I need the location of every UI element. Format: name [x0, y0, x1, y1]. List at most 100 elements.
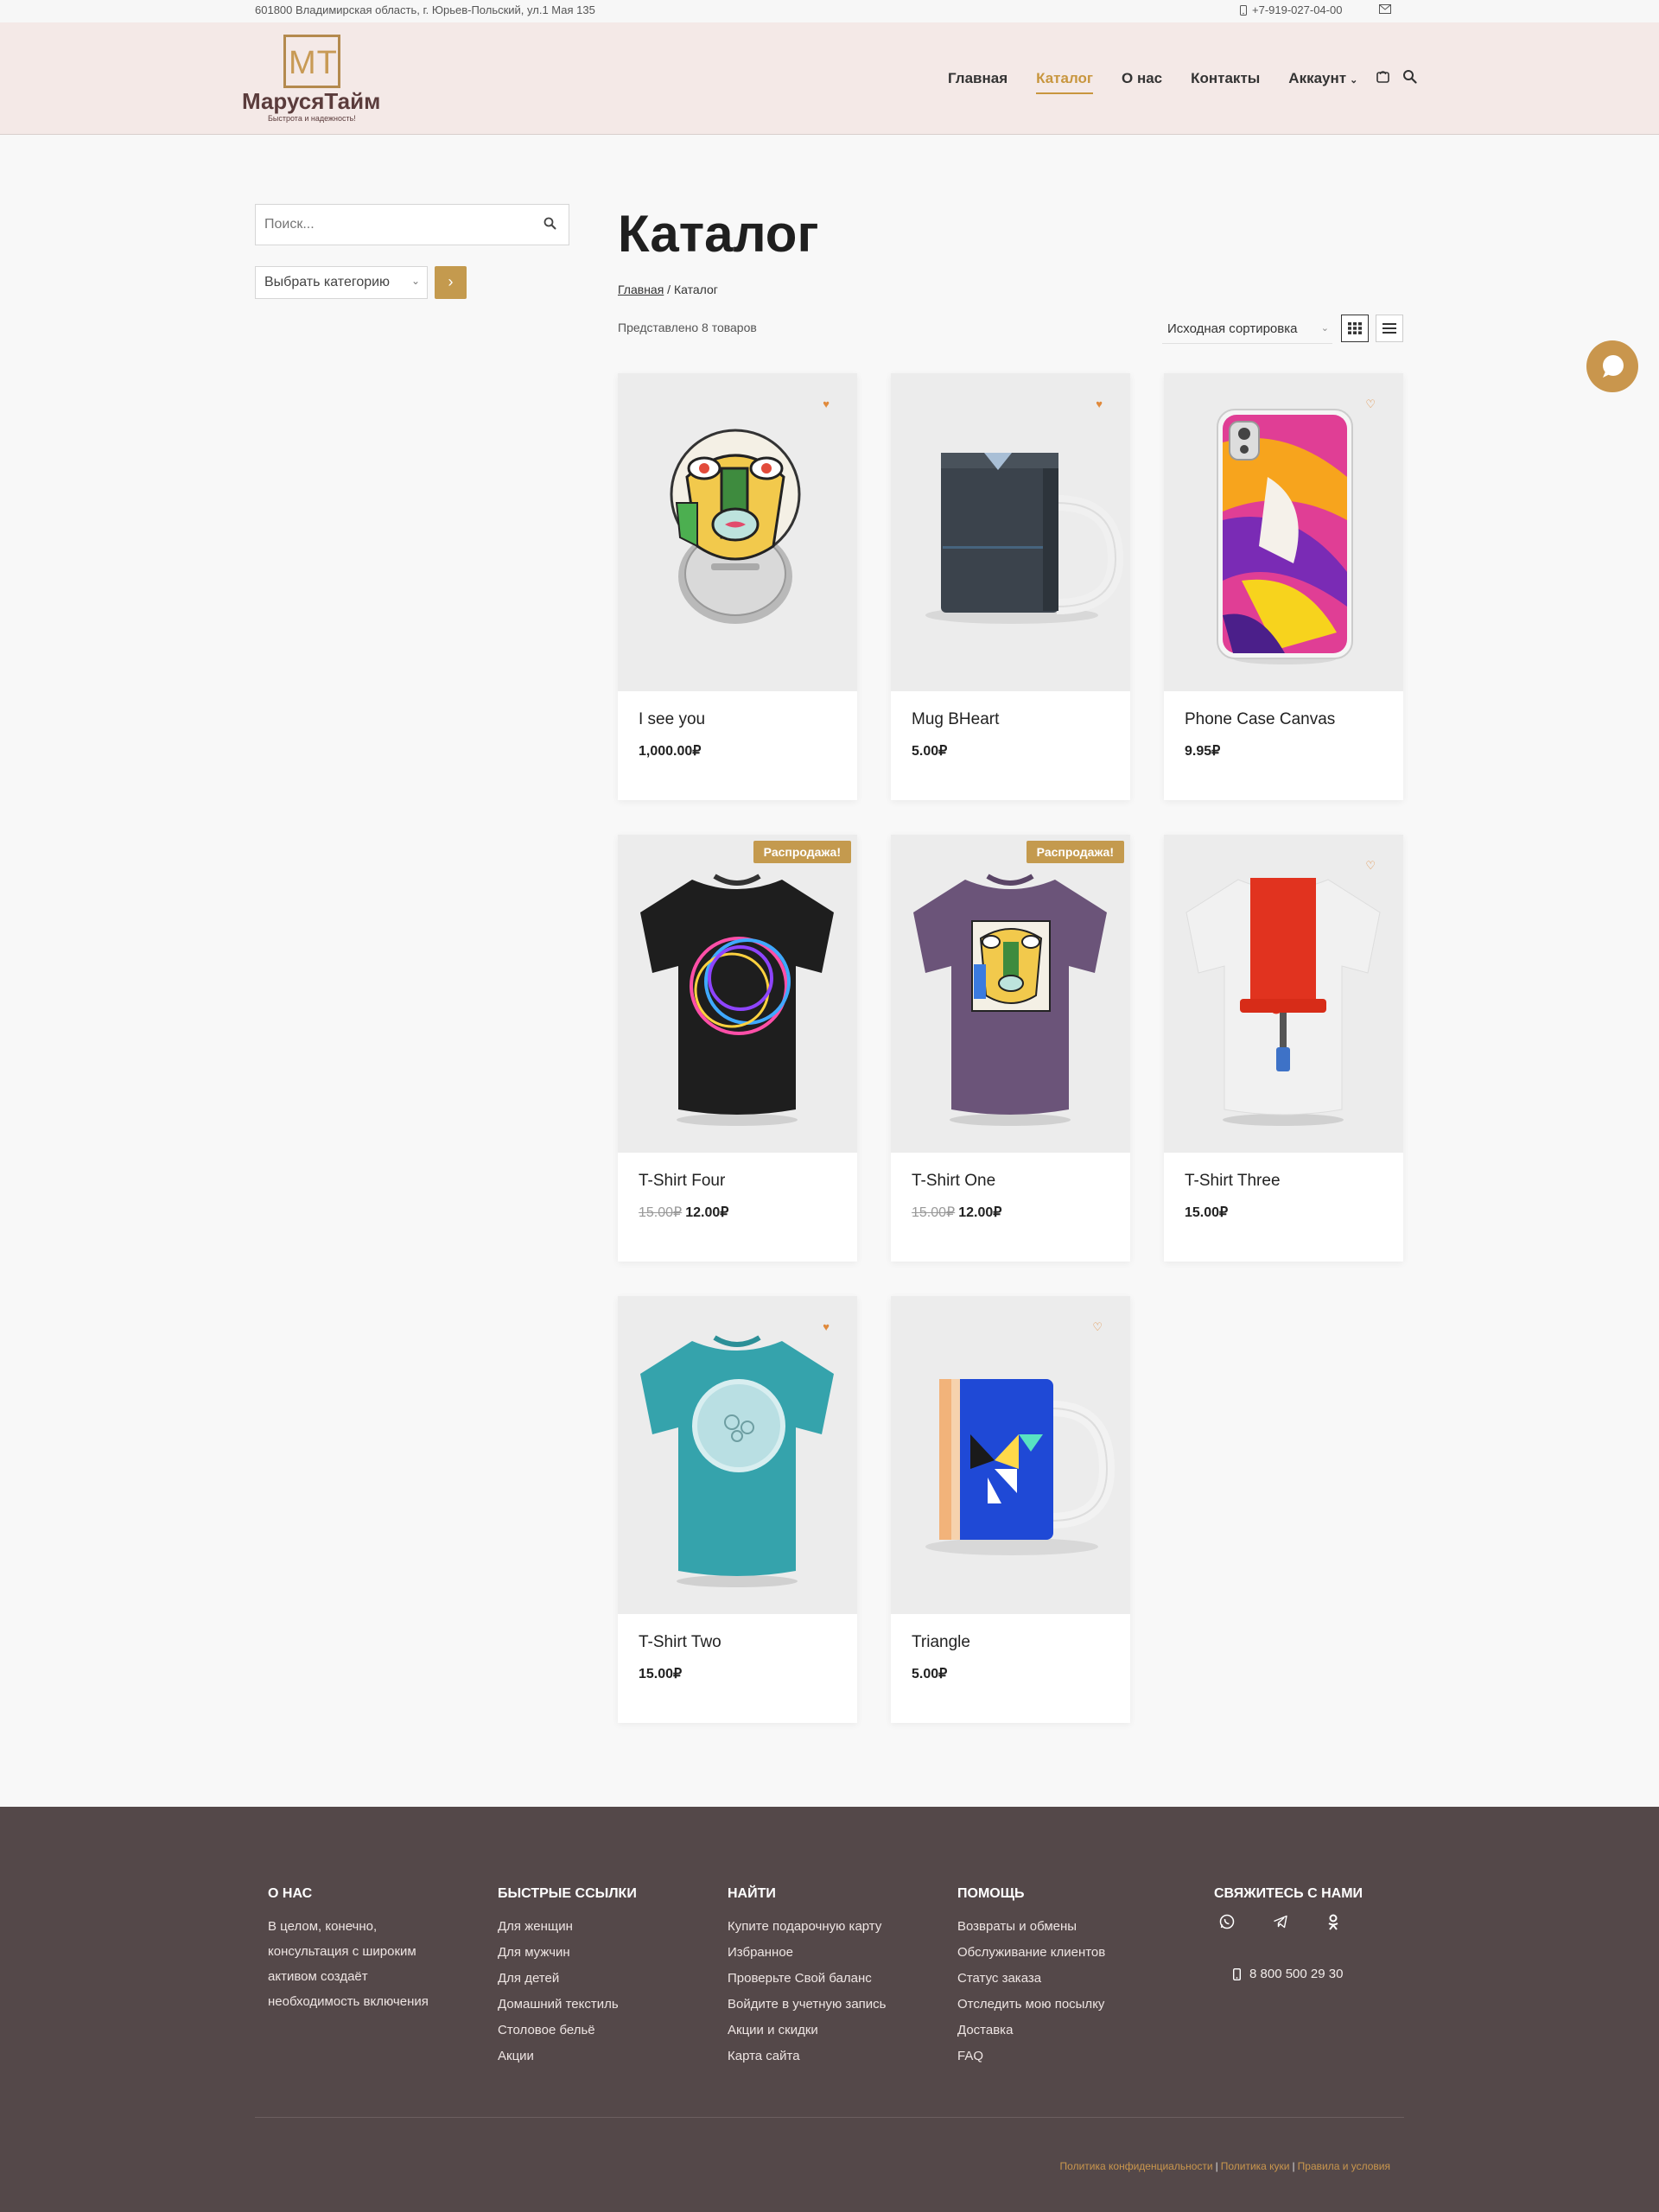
search-icon[interactable] — [1402, 69, 1417, 88]
telegram-icon[interactable] — [1273, 1914, 1288, 1936]
product-title[interactable]: I see you — [639, 710, 705, 729]
heart-icon[interactable]: ♥ — [823, 397, 830, 410]
top-phone-link[interactable]: +7-919-027-04-00 — [1240, 3, 1342, 16]
cookie-policy-link[interactable]: Политика куки — [1221, 2160, 1290, 2172]
footer-contact-heading: Свяжитесь с нами — [1214, 1886, 1363, 1901]
heart-outline-icon[interactable]: ♡ — [1365, 859, 1376, 873]
product-title[interactable]: T-Shirt Four — [639, 1172, 725, 1191]
heart-outline-icon[interactable]: ♡ — [1365, 397, 1376, 411]
odnoklassniki-icon[interactable] — [1326, 1914, 1340, 1936]
footer-link[interactable]: Отследить мою посылку — [957, 1992, 1105, 2018]
search-submit-icon[interactable] — [543, 217, 556, 234]
heart-icon[interactable]: ♥ — [1096, 397, 1103, 410]
breadcrumb-home[interactable]: Главная — [618, 283, 664, 296]
sale-badge: Распродажа! — [753, 841, 851, 863]
footer-quick-links: Быстрые ссылки Для женщин Для мужчин Для… — [498, 1886, 637, 2069]
footer-link[interactable]: Акции — [498, 2044, 637, 2069]
nav-catalog[interactable]: Каталог — [1036, 70, 1093, 94]
product-price: 5.00₽ — [912, 742, 947, 760]
product-card[interactable]: ♡ Phone Case Canvas 9.95₽ — [1164, 373, 1403, 800]
footer-link[interactable]: Карта сайта — [728, 2044, 886, 2069]
chevron-down-icon: ⌄ — [1320, 323, 1329, 334]
footer-link[interactable]: Проверьте Свой баланс — [728, 1966, 886, 1992]
product-card[interactable]: Распродажа! T-Shirt Four 15.00₽ 12.00₽ — [618, 835, 857, 1262]
product-price: 15.00₽ — [639, 1665, 682, 1682]
mail-icon[interactable] — [1379, 3, 1391, 16]
nav-contacts[interactable]: Контакты — [1191, 70, 1260, 87]
whatsapp-icon[interactable] — [1219, 1914, 1235, 1936]
product-card[interactable]: ♡ Triangle 5.00₽ — [891, 1296, 1130, 1723]
footer-link[interactable]: Избранное — [728, 1940, 886, 1966]
heart-outline-icon[interactable]: ♡ — [1092, 1320, 1103, 1334]
product-image[interactable]: ♥ — [618, 373, 857, 691]
product-image[interactable]: Распродажа! — [618, 835, 857, 1153]
footer-quick-heading: Быстрые ссылки — [498, 1886, 637, 1901]
product-title[interactable]: Phone Case Canvas — [1185, 710, 1335, 729]
footer-link[interactable]: Для детей — [498, 1966, 637, 1992]
footer-link[interactable]: Обслуживание клиентов — [957, 1940, 1105, 1966]
product-image[interactable]: Распродажа! — [891, 835, 1130, 1153]
footer-phone[interactable]: 8 800 500 29 30 — [1233, 1967, 1363, 1981]
category-select[interactable]: Выбрать категорию ⌄ — [255, 266, 428, 299]
product-price-value: 15.00₽ — [639, 1667, 683, 1681]
category-go-button[interactable]: › — [435, 266, 467, 299]
product-image[interactable]: ♡ — [1164, 835, 1403, 1153]
privacy-policy-link[interactable]: Политика конфиденциальности — [1060, 2160, 1213, 2172]
chevron-down-icon: ⌄ — [1350, 75, 1358, 86]
legal-links: Политика конфиденциальности | Политика кук… — [1060, 2160, 1390, 2172]
site-footer: О нас В целом, конечно, консультация с ш… — [0, 1807, 1659, 2212]
product-price-value: 12.00₽ — [958, 1205, 1002, 1220]
product-image[interactable]: ♥ — [891, 373, 1130, 691]
product-title[interactable]: T-Shirt One — [912, 1172, 995, 1191]
footer-link[interactable]: Для женщин — [498, 1914, 637, 1940]
page-title: Каталог — [618, 205, 819, 263]
product-price-value: 5.00₽ — [912, 744, 948, 759]
product-card[interactable]: ♥ T-Shirt Two 15.00₽ — [618, 1296, 857, 1723]
footer-link[interactable]: Купите подарочную карту — [728, 1914, 886, 1940]
footer-link[interactable]: Доставка — [957, 2018, 1105, 2044]
footer-link[interactable]: FAQ — [957, 2044, 1105, 2069]
nav-about[interactable]: О нас — [1122, 70, 1162, 87]
heart-icon[interactable]: ♥ — [823, 1320, 830, 1333]
search-input[interactable] — [256, 205, 532, 245]
product-title[interactable]: Mug BHeart — [912, 710, 999, 729]
product-card[interactable]: ♡ T-Shirt Three 15.00₽ — [1164, 835, 1403, 1262]
product-image[interactable]: ♡ — [891, 1296, 1130, 1614]
grid-view-button[interactable] — [1341, 315, 1369, 342]
mobile-phone-icon — [1240, 4, 1247, 16]
footer-find: Найти Купите подарочную карту Избранное … — [728, 1886, 886, 2069]
product-image[interactable]: ♥ — [618, 1296, 857, 1614]
footer-link[interactable]: Столовое бельё — [498, 2018, 637, 2044]
breadcrumb-separator: / — [664, 283, 674, 296]
cart-icon[interactable] — [1376, 69, 1390, 88]
sort-select-value: Исходная сортировка — [1167, 321, 1298, 336]
sort-select[interactable]: Исходная сортировка ⌄ — [1162, 315, 1332, 344]
main-nav: Главная Каталог О нас Контакты Аккаунт ⌄ — [948, 69, 1417, 94]
product-card[interactable]: ♥ I see you 1,000.00₽ — [618, 373, 857, 800]
footer-link[interactable]: Статус заказа — [957, 1966, 1105, 1992]
footer-link[interactable]: Возвраты и обмены — [957, 1914, 1105, 1940]
product-image[interactable]: ♡ — [1164, 373, 1403, 691]
product-title[interactable]: T-Shirt Three — [1185, 1172, 1281, 1191]
list-view-button[interactable] — [1376, 315, 1403, 342]
chevron-down-icon: ⌄ — [410, 275, 420, 287]
nav-home[interactable]: Главная — [948, 70, 1007, 87]
footer-link[interactable]: Домашний текстиль — [498, 1992, 637, 2018]
product-title[interactable]: T-Shirt Two — [639, 1633, 721, 1652]
result-count: Представлено 8 товаров — [618, 321, 757, 334]
footer-link[interactable]: Для мужчин — [498, 1940, 637, 1966]
product-title[interactable]: Triangle — [912, 1633, 970, 1652]
footer-link[interactable]: Акции и скидки — [728, 2018, 886, 2044]
site-logo[interactable]: MT МарусяТайм Быстрота и надежность! — [242, 35, 389, 123]
nav-account[interactable]: Аккаунт ⌄ — [1288, 70, 1357, 87]
category-select-value: Выбрать категорию — [264, 275, 391, 289]
product-card[interactable]: Распродажа! T-Shirt One 15.00₽ 12.00₽ — [891, 835, 1130, 1262]
footer-about-text: В целом, конечно, консультация с широким… — [268, 1919, 429, 2009]
product-card[interactable]: ♥ Mug BHeart 5.00₽ — [891, 373, 1130, 800]
product-price: 9.95₽ — [1185, 742, 1220, 760]
chat-button[interactable] — [1586, 340, 1638, 392]
footer-find-heading: Найти — [728, 1886, 776, 1901]
footer-link[interactable]: Войдите в учетную запись — [728, 1992, 886, 2018]
top-bar: 601800 Владимирская область, г. Юрьев-По… — [0, 0, 1659, 22]
terms-link[interactable]: Правила и условия — [1298, 2160, 1390, 2172]
